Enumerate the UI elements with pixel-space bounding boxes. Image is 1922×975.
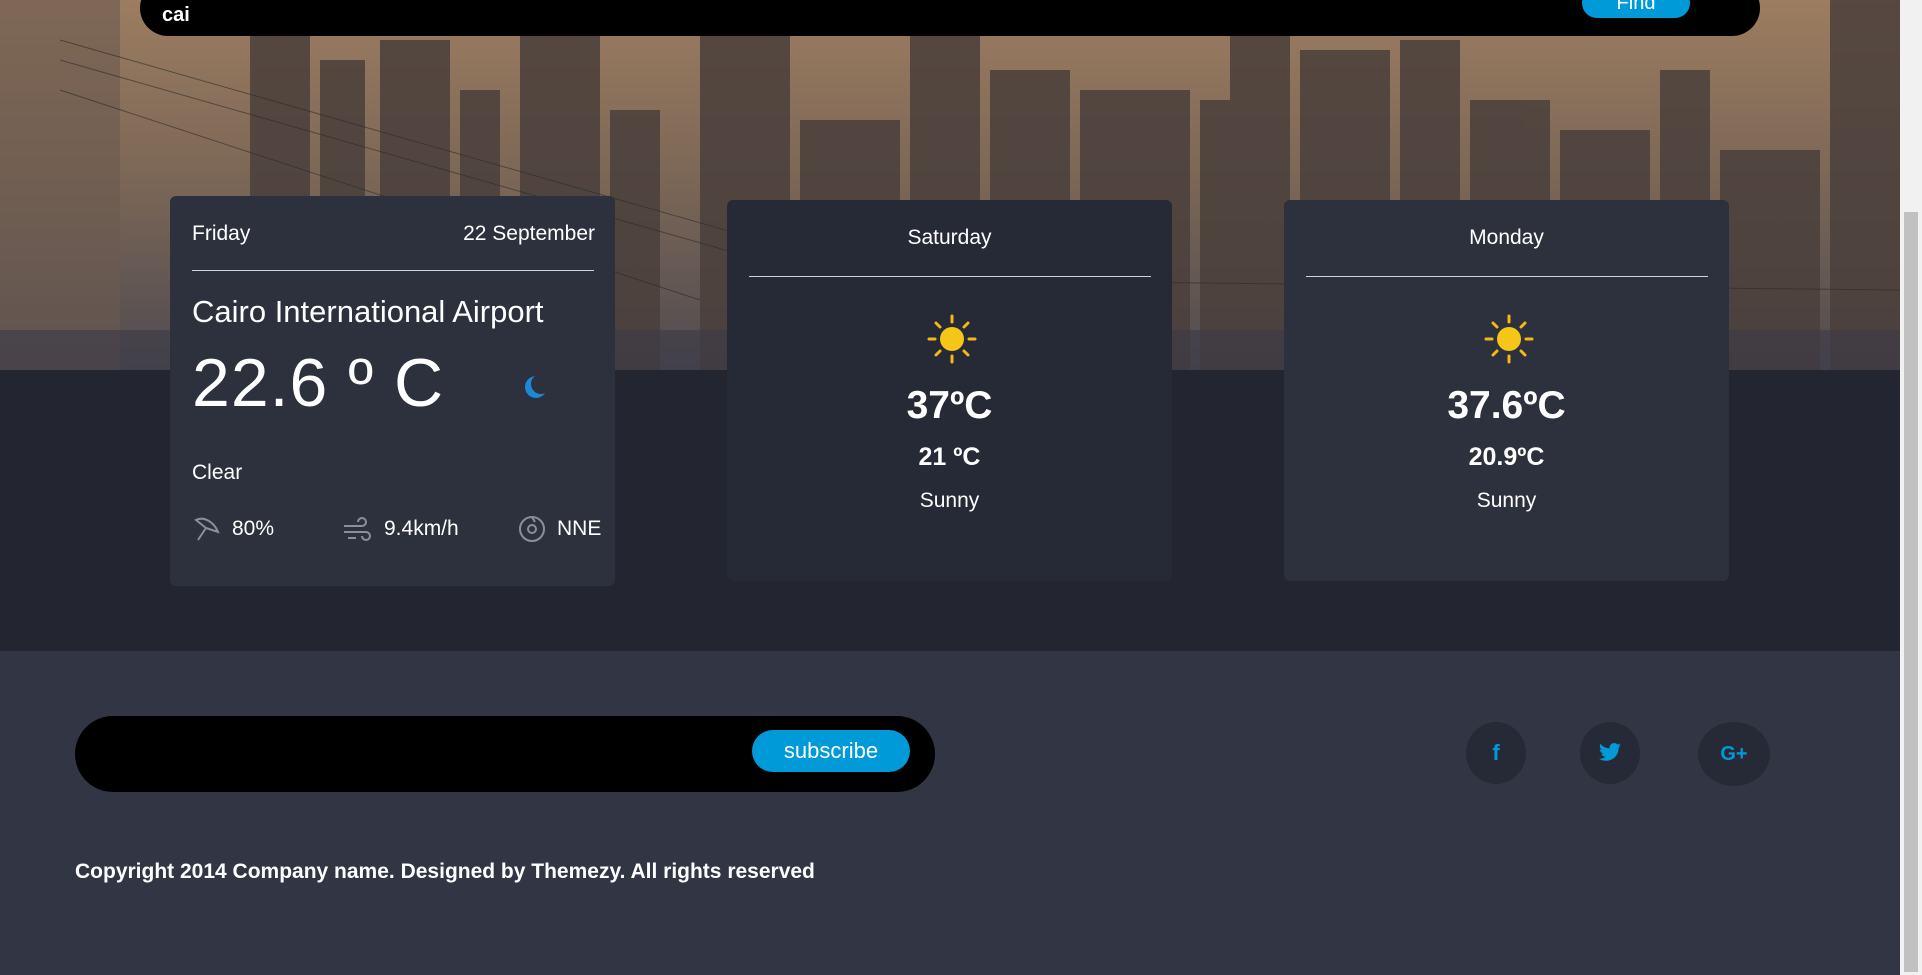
wind-stat: 9.4km/h (342, 512, 459, 546)
divider (1306, 276, 1708, 277)
umbrella-icon (194, 517, 220, 541)
subscribe-email-input[interactable] (105, 738, 709, 772)
subscribe-form: subscribe (75, 716, 935, 792)
copyright-text: Copyright 2014 Company name. Designed by… (75, 860, 815, 883)
humidity-value: 80% (232, 517, 275, 540)
forecast-max-temp: 37ºC (906, 384, 993, 427)
scrollbar[interactable] (1900, 0, 1922, 975)
forecast-condition: Sunny (1476, 489, 1537, 512)
sun-icon (1484, 314, 1534, 364)
wind-speed-value: 9.4km/h (384, 517, 459, 540)
wind-icon (344, 517, 371, 541)
moon-icon (525, 374, 550, 398)
forecast-card: Monday 37.6ºC 20.9ºC Sunny (1284, 200, 1729, 581)
current-temperature: 22.6 º C (192, 345, 445, 421)
find-button[interactable]: Find (1582, 0, 1690, 18)
location-name: Cairo International Airport (192, 294, 544, 329)
humidity-stat: 80% (192, 512, 274, 546)
search-input[interactable] (162, 0, 1462, 30)
divider (749, 276, 1151, 277)
forecast-card: Saturday 37ºC 21 ºC Sunny (727, 200, 1172, 581)
forecast-max-temp: 37.6ºC (1447, 384, 1566, 427)
wind-direction-stat: NNE (517, 512, 601, 546)
forecast-day: Saturday (907, 226, 992, 249)
divider (192, 270, 594, 271)
twitter-bird-icon (1599, 743, 1621, 761)
forecast-min-temp: 21 ºC (918, 443, 981, 471)
current-condition: Clear (192, 461, 243, 484)
footer (0, 651, 1900, 975)
today-weather-card: Friday 22 September Cairo International … (170, 196, 615, 586)
forecast-min-temp: 20.9ºC (1468, 443, 1545, 471)
subscribe-button[interactable]: subscribe (752, 730, 910, 772)
search-bar: Find (140, 0, 1760, 36)
twitter-icon[interactable] (1580, 722, 1640, 784)
scrollbar-thumb[interactable] (1904, 212, 1918, 972)
forecast-day: Monday (1469, 226, 1544, 249)
compass-icon (519, 516, 545, 542)
today-day: Friday (192, 222, 251, 245)
google-plus-icon[interactable]: G+ (1698, 722, 1770, 786)
forecast-condition: Sunny (919, 489, 980, 512)
today-date: 22 September (463, 222, 595, 245)
wind-direction-value: NNE (557, 517, 602, 540)
sun-icon (927, 314, 977, 364)
facebook-icon[interactable]: f (1466, 722, 1526, 784)
